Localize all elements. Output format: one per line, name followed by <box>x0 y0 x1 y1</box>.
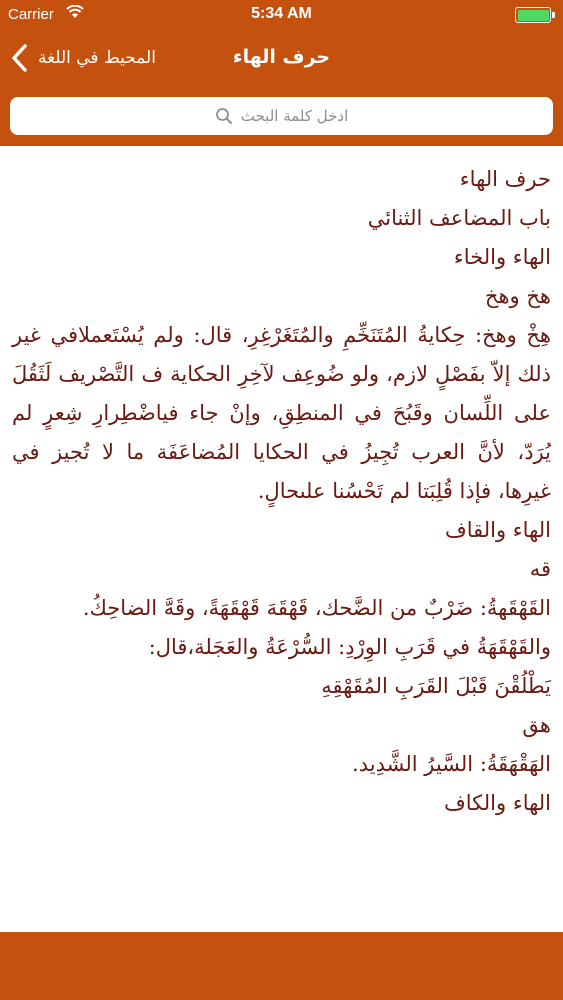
chapter-heading: باب المضاعف الثنائي <box>367 206 551 230</box>
search-bar[interactable]: ادخل كلمة البحث <box>10 97 553 135</box>
status-bar: Carrier 5:34 AM <box>0 0 563 30</box>
search-icon <box>215 108 232 124</box>
entry-heading: هق <box>522 713 551 737</box>
subsection-heading: الهاء والخاء <box>453 245 551 269</box>
entry-text: القَهْقَهةُ: ضَرْبٌ من الضَّحك، قَهْقَهَ… <box>82 596 551 620</box>
entry-text: الهَقْهَقَةُ: السَّيرُ الشَّدِيد. <box>352 752 551 776</box>
bottom-bar <box>0 932 563 1000</box>
entry-heading: قه <box>529 557 551 581</box>
section-heading: حرف الهاء <box>459 167 551 191</box>
subsection-heading: الهاء والقاف <box>444 518 551 542</box>
verse-text: يَطْلُقْنَ قَبْلَ القَرَبِ المُقَهْقِهِ <box>321 674 551 698</box>
page-title: حرف الهاء <box>232 46 331 68</box>
navigation-bar: المحيط في اللغة حرف الهاء <box>0 30 563 88</box>
top-bar: Carrier 5:34 AM المحيط في اللغة حرف الها… <box>0 0 563 146</box>
battery-icon <box>515 7 555 23</box>
search-input[interactable]: ادخل كلمة البحث <box>10 97 553 135</box>
article-content: حرف الهاء باب المضاعف الثنائي الهاء والخ… <box>0 146 563 932</box>
search-placeholder: ادخل كلمة البحث <box>240 107 349 125</box>
status-time: 5:34 AM <box>251 5 312 22</box>
entry-text: هِخْ وهخ: حِكايةُ المُتَنَخِّمِ والمُتَغ… <box>12 323 551 503</box>
entry-heading: هخ وهخ <box>484 284 551 308</box>
subsection-heading: الهاء والكاف <box>444 791 551 815</box>
entry-text: والقَهْقَهَةُ في قَرَبِ الوِرْدِ: السُّر… <box>148 635 551 659</box>
